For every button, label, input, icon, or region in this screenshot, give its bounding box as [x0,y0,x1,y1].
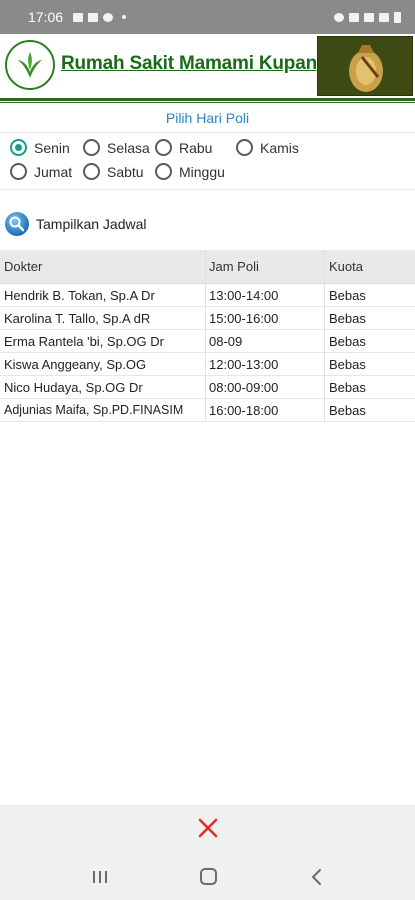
radio-label: Selasa [107,139,150,156]
radio-divider [0,189,415,190]
hospital-name: Rumah Sakit Mamami Kupang [61,53,329,74]
cell-hours: 12:00-13:00 [205,353,324,375]
notification-dot-icon [122,15,127,19]
cell-hours: 08:00-09:00 [205,376,324,398]
cell-doctor: Kiswa Anggeany, Sp.OG [4,356,147,372]
radio-label: Kamis [260,139,299,156]
cell-doctor: Hendrik B. Tokan, Sp.A Dr [4,287,155,303]
header-divider-thin [0,102,415,103]
radio-unchecked-icon [155,163,172,180]
show-schedule-button[interactable]: Tampilkan Jadwal [5,212,147,236]
header-doctor: Dokter [4,259,43,274]
table-row[interactable]: Hendrik B. Tokan, Sp.A Dr 13:00-14:00 Be… [0,284,415,307]
radio-unchecked-icon [155,139,172,156]
header-clinic-hours: Jam Poli [205,250,324,283]
recents-icon [93,871,107,883]
table-row[interactable]: Adjunias Maifa, Sp.PD.FINASIM 16:00-18:0… [0,399,415,422]
battery-icon [394,11,401,23]
cell-doctor: Erma Rantela 'bi, Sp.OG Dr [4,333,164,349]
close-button[interactable] [196,816,220,840]
signal-icon [379,12,389,22]
table-row[interactable]: Karolina T. Tallo, Sp.A dR 15:00-16:00 B… [0,307,415,330]
cell-doctor: Karolina T. Tallo, Sp.A dR [4,310,151,326]
radio-rabu[interactable]: Rabu [155,139,212,156]
show-schedule-label: Tampilkan Jadwal [36,216,147,232]
close-icon [198,818,218,838]
cell-hours: 16:00-18:00 [205,399,324,421]
hospital-logo [5,40,55,90]
radio-kamis[interactable]: Kamis [236,139,299,156]
cell-quota: Bebas [324,353,415,375]
gallery-icon [73,12,84,22]
radio-label: Rabu [179,139,213,156]
back-icon [312,869,321,885]
radio-unchecked-icon [83,163,100,180]
table-row[interactable]: Erma Rantela 'bi, Sp.OG Dr 08-09 Bebas [0,330,415,353]
header-quota: Kuota [324,250,415,283]
sync-icon [103,12,114,22]
cell-quota: Bebas [324,399,415,421]
cell-doctor: Nico Hudaya, Sp.OG Dr [4,379,143,395]
header-image [317,36,413,96]
home-button[interactable] [200,868,217,885]
radio-checked-icon [10,139,27,156]
radio-label: Sabtu [107,163,144,180]
wifi-icon [364,12,374,22]
radio-label: Minggu [179,163,225,180]
radio-label: Senin [34,139,70,156]
table-row[interactable]: Kiswa Anggeany, Sp.OG 12:00-13:00 Bebas [0,353,415,376]
recents-button[interactable] [92,869,108,885]
data-icon [349,12,359,22]
table-row[interactable]: Nico Hudaya, Sp.OG Dr 08:00-09:00 Bebas [0,376,415,399]
radio-unchecked-icon [83,139,100,156]
back-button[interactable] [310,868,324,886]
alarm-icon [334,12,344,22]
status-time: 17:06 [28,9,64,25]
cell-hours: 08-09 [205,330,324,352]
section-divider [0,132,415,133]
radio-selasa[interactable]: Selasa [83,139,150,156]
cell-quota: Bebas [324,330,415,352]
schedule-table: Dokter Jam Poli Kuota Hendrik B. Tokan, … [0,250,415,422]
cell-quota: Bebas [324,307,415,329]
cell-hours: 15:00-16:00 [205,307,324,329]
laptop-icon [88,12,99,22]
cell-hours: 13:00-14:00 [205,284,324,306]
cell-doctor: Adjunias Maifa, Sp.PD.FINASIM [4,403,184,417]
table-header: Dokter Jam Poli Kuota [0,250,415,284]
cell-quota: Bebas [324,376,415,398]
status-bar: 17:06 [0,0,415,34]
radio-unchecked-icon [10,163,27,180]
radio-senin[interactable]: Senin [10,139,70,156]
section-title: Pilih Hari Poli [165,110,250,126]
radio-jumat[interactable]: Jumat [10,163,72,180]
cell-quota: Bebas [324,284,415,306]
header-divider [0,98,415,101]
radio-unchecked-icon [236,139,253,156]
search-icon [5,212,29,236]
radio-label: Jumat [34,163,73,180]
radio-minggu[interactable]: Minggu [155,163,225,180]
radio-sabtu[interactable]: Sabtu [83,163,144,180]
